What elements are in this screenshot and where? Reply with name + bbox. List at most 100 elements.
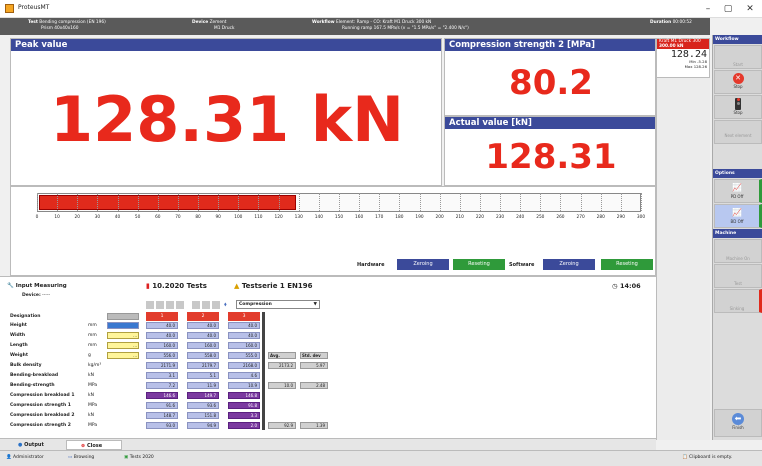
table-cell[interactable]: 2171.9 bbox=[146, 362, 178, 369]
workflow-label: Workflow bbox=[312, 20, 335, 25]
tick-label: 190 bbox=[415, 215, 424, 220]
tick-line bbox=[57, 193, 59, 211]
device-value-lower: ----- bbox=[42, 293, 51, 298]
finish-button[interactable]: ⬅ Finish bbox=[714, 409, 762, 437]
start-button[interactable]: Start bbox=[714, 45, 762, 69]
toolbar-btn-6[interactable] bbox=[202, 301, 210, 309]
table-cell[interactable]: 10.9 bbox=[228, 382, 260, 389]
table-cell[interactable]: 146.8 bbox=[228, 392, 260, 399]
tab-close[interactable]: ⊗ Close bbox=[66, 440, 122, 450]
test-type-select[interactable]: Compression ▼ bbox=[236, 300, 320, 309]
test-type-value: Compression bbox=[239, 302, 272, 307]
stop-2-label: Stop bbox=[733, 110, 743, 115]
minimize-icon[interactable]: – bbox=[698, 2, 718, 16]
table-cell[interactable]: 40.0 bbox=[146, 322, 178, 329]
table-cell[interactable]: 40.0 bbox=[146, 332, 178, 339]
tick-label: 20 bbox=[74, 215, 80, 220]
table-cell[interactable]: 160.0 bbox=[146, 342, 178, 349]
table-cell[interactable]: 160.0 bbox=[228, 342, 260, 349]
tick-line bbox=[117, 193, 119, 211]
sw-reseting-button[interactable]: Reseting bbox=[601, 259, 653, 270]
table-cell[interactable]: 2.0 bbox=[228, 422, 260, 429]
table-cell[interactable]: 556.0 bbox=[146, 352, 178, 359]
table-cell[interactable]: 11.9 bbox=[187, 382, 219, 389]
row-label: Weight bbox=[10, 353, 28, 358]
tests-status-icon: ▣ bbox=[124, 455, 129, 460]
table-cell[interactable]: 93.0 bbox=[146, 422, 178, 429]
info-icon[interactable]: ⬧ bbox=[224, 301, 232, 309]
toolbar-btn-5[interactable] bbox=[192, 301, 200, 309]
toolbar-btn-2[interactable] bbox=[156, 301, 164, 309]
table-cell[interactable]: 7.2 bbox=[146, 382, 178, 389]
pd-off-button[interactable]: 📈 PD Off bbox=[714, 179, 762, 203]
tick-label: 100 bbox=[234, 215, 243, 220]
table-cell[interactable]: 2179.7 bbox=[187, 362, 219, 369]
tick-label: 200 bbox=[435, 215, 444, 220]
table-cell[interactable]: 146.6 bbox=[146, 392, 178, 399]
tick-line bbox=[37, 193, 38, 211]
hw-zeroing-button[interactable]: Zeroing bbox=[397, 259, 449, 270]
stop-button-2[interactable]: Stop bbox=[714, 95, 762, 119]
close-icon[interactable]: ✕ bbox=[740, 2, 760, 16]
tick-label: 80 bbox=[195, 215, 201, 220]
stop-x-icon: ✕ bbox=[732, 73, 744, 84]
browse-icon: ▭ bbox=[68, 455, 73, 460]
table-cell[interactable]: 94.9 bbox=[187, 422, 219, 429]
test-button[interactable]: Test bbox=[714, 264, 762, 288]
machine-on-button[interactable]: Machine On bbox=[714, 239, 762, 263]
bd-off-button[interactable]: 📈 BD Off bbox=[714, 204, 762, 228]
tick-line bbox=[177, 193, 179, 211]
table-cell[interactable]: 558.0 bbox=[187, 352, 219, 359]
table-cell[interactable]: 3.1 bbox=[146, 372, 178, 379]
maximize-icon[interactable]: ▢ bbox=[718, 2, 738, 16]
chart-icon: 📈 bbox=[732, 183, 742, 192]
device-value: Zement bbox=[209, 20, 227, 25]
table-cell[interactable]: 40.0 bbox=[187, 322, 219, 329]
toolbar-btn-4[interactable] bbox=[176, 301, 184, 309]
output-icon: ● bbox=[18, 442, 23, 448]
avg-header: Avg. bbox=[268, 352, 296, 359]
peak-title: Peak value bbox=[11, 39, 441, 51]
table-cell[interactable]: 4.6 bbox=[228, 372, 260, 379]
table-cell[interactable]: 5.1 bbox=[187, 372, 219, 379]
table-cell[interactable]: 91.6 bbox=[146, 402, 178, 409]
table-cell[interactable]: 40.0 bbox=[228, 332, 260, 339]
input-field[interactable] bbox=[107, 322, 139, 329]
table-cell[interactable]: 93.6 bbox=[187, 402, 219, 409]
table-cell[interactable]: 40.0 bbox=[228, 322, 260, 329]
input-field[interactable]: ... bbox=[107, 352, 139, 359]
hw-reseting-button[interactable]: Reseting bbox=[453, 259, 505, 270]
tab-output[interactable]: ● Output bbox=[18, 440, 64, 450]
table-cell[interactable]: 148.7 bbox=[146, 412, 178, 419]
status-clipboard: 📋 Clipboard is empty. bbox=[682, 455, 732, 460]
next-element-button[interactable]: Next element bbox=[714, 120, 762, 144]
tick-label: 40 bbox=[114, 215, 121, 220]
table-cell[interactable]: 149.7 bbox=[187, 392, 219, 399]
tick-line bbox=[641, 193, 642, 211]
sw-zeroing-button[interactable]: Zeroing bbox=[543, 259, 595, 270]
row-unit: kN bbox=[88, 373, 94, 378]
input-field[interactable]: ... bbox=[107, 332, 139, 339]
input-field[interactable]: ... bbox=[107, 342, 139, 349]
progress-area: 0 10 20 30 40 50 60 70 80 90 100 110 120 130 140 150 160… bbox=[10, 186, 656, 276]
sinking-button[interactable]: Sinking bbox=[714, 289, 762, 313]
table-cell[interactable]: 160.0 bbox=[187, 342, 219, 349]
table-cell[interactable]: 2168.0 bbox=[228, 362, 260, 369]
toolbar-btn-3[interactable] bbox=[166, 301, 174, 309]
toolbar-btn-1[interactable] bbox=[146, 301, 154, 309]
col-header-2[interactable]: 2 bbox=[187, 312, 219, 321]
table-cell[interactable]: 3.3 bbox=[228, 412, 260, 419]
stop-button-1[interactable]: ✕ Stop bbox=[714, 70, 762, 94]
col-header-1[interactable]: 1 bbox=[146, 312, 178, 321]
table-cell[interactable]: 40.0 bbox=[187, 332, 219, 339]
table-cell[interactable]: 151.8 bbox=[187, 412, 219, 419]
tick-line bbox=[137, 193, 139, 211]
tick-label: 10 bbox=[54, 215, 60, 220]
machine-on-label: Machine On bbox=[726, 256, 750, 261]
col-header-3[interactable]: 3 bbox=[228, 312, 260, 321]
tick-line bbox=[540, 193, 542, 211]
table-cell[interactable]: 555.0 bbox=[228, 352, 260, 359]
toolbar-btn-7[interactable] bbox=[212, 301, 220, 309]
tick-label: 90 bbox=[215, 215, 221, 220]
table-cell[interactable]: 91.8 bbox=[228, 402, 260, 409]
